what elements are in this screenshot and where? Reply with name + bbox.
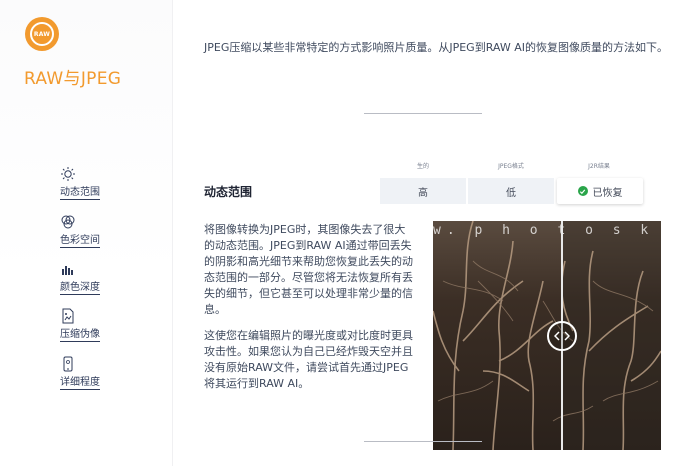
phone-icon: [63, 356, 73, 372]
logo[interactable]: RAW: [25, 17, 59, 51]
check-circle-icon: [577, 186, 588, 196]
sidebar-item-color-depth[interactable]: 颜色深度: [60, 261, 140, 295]
sidebar-item-dynamic-range[interactable]: 动态范围: [60, 166, 140, 200]
sun-icon: [61, 167, 75, 181]
color-circles-icon: [61, 215, 75, 229]
sidebar: RAW RAW与JPEG 动态范围 色彩空间 颜色深度 压缩伪像 详细程度: [0, 0, 173, 466]
sidebar-item-label: 色彩空间: [60, 231, 100, 248]
column-header-raw: 生的: [416, 163, 429, 170]
section-title: 动态范围: [204, 185, 253, 199]
bars-icon: [62, 266, 73, 275]
sidebar-item-label: 详细程度: [60, 373, 100, 390]
body-paragraph: 这使您在编辑照片的曝光度或对比度时更具攻击性。如果您认为自己已经炸毁天空并且没有…: [204, 329, 413, 390]
value-raw: 高: [380, 178, 466, 204]
value-j2r-label: 已恢复: [592, 187, 623, 199]
value-jpeg: 低: [468, 178, 554, 204]
column-header-jpeg: JPEG格式: [498, 163, 524, 170]
sidebar-item-compression-artifacts[interactable]: 压缩伪像: [60, 308, 140, 342]
intro-text: JPEG压缩以某些非常特定的方式影响照片质量。从JPEG到RAW AI的恢复图像…: [204, 41, 668, 54]
watermark: w. p h o t o s k s . v i: [433, 223, 661, 238]
divider: [364, 113, 482, 114]
sidebar-item-label: 动态范围: [60, 183, 100, 200]
sidebar-item-color-space[interactable]: 色彩空间: [60, 214, 140, 248]
value-raw-label: 高: [418, 187, 428, 199]
comparison-image[interactable]: w. p h o t o s k s . v i: [433, 221, 661, 450]
value-j2r: 已恢复: [557, 178, 643, 204]
body-text: 将图像转换为JPEG时，其图像失去了很大的动态范围。JPEG到RAW AI通过带…: [204, 222, 416, 402]
logo-text: RAW: [33, 30, 51, 38]
column-header-j2r: J2R结果: [588, 163, 610, 170]
divider: [364, 441, 482, 442]
app-title[interactable]: RAW与JPEG: [24, 64, 121, 89]
value-jpeg-label: 低: [506, 187, 516, 199]
camera-aperture-icon: RAW: [30, 22, 54, 46]
body-paragraph: 将图像转换为JPEG时，其图像失去了很大的动态范围。JPEG到RAW AI通过带…: [204, 223, 413, 316]
sidebar-item-label: 压缩伪像: [60, 325, 100, 342]
comparison-slider-handle[interactable]: [547, 321, 577, 351]
image-file-icon: [62, 308, 74, 324]
arrows-left-right-icon: [554, 331, 570, 341]
sidebar-item-label: 颜色深度: [60, 278, 100, 295]
sidebar-item-level-of-detail[interactable]: 详细程度: [60, 356, 140, 390]
